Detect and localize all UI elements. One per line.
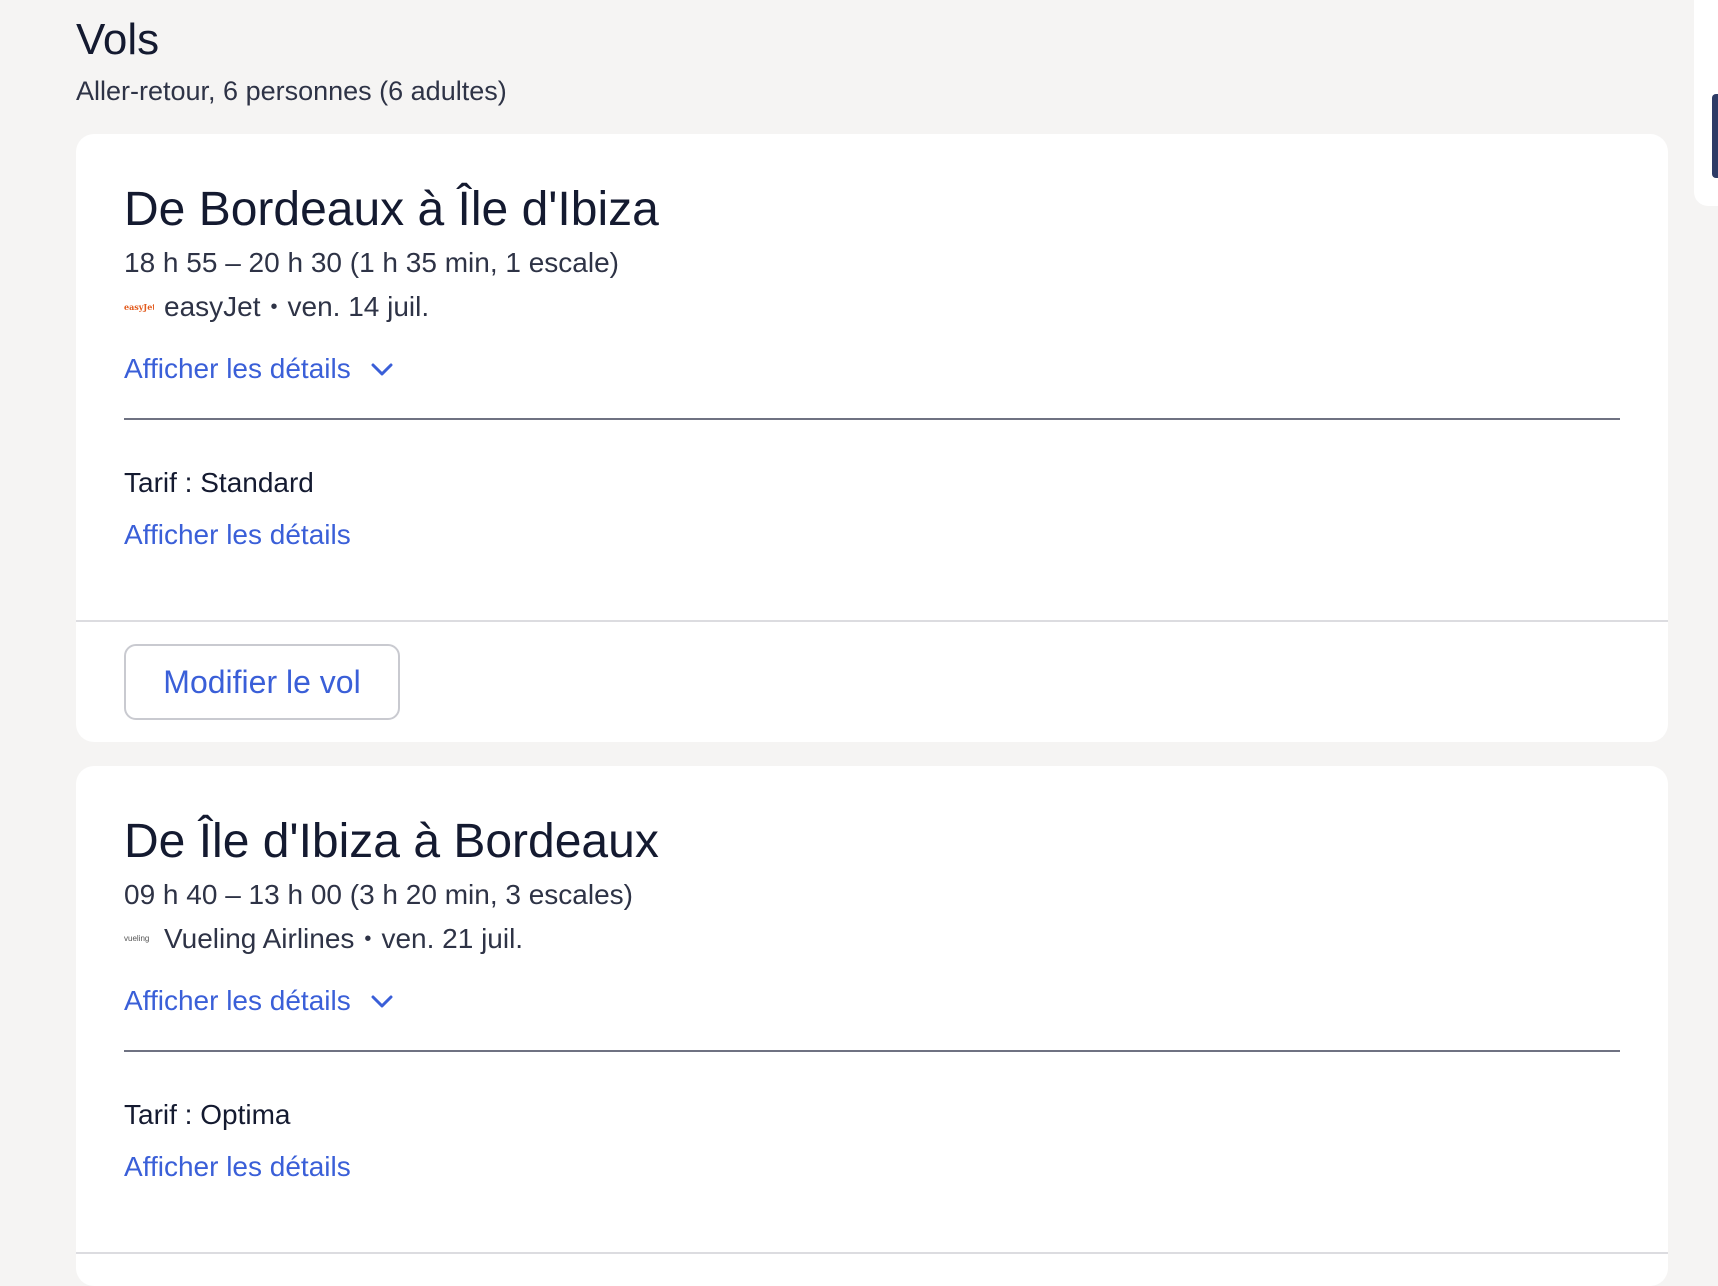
flight-card-return: De Île d'Ibiza à Bordeaux 09 h 40 – 13 h… — [76, 766, 1668, 1286]
show-fare-details-link[interactable]: Afficher les détails — [124, 1150, 351, 1184]
section-divider — [124, 418, 1620, 420]
fare-label: Tarif : Optima — [124, 1099, 291, 1130]
flight-route-title: De Bordeaux à Île d'Ibiza — [124, 183, 659, 236]
card-footer-divider — [76, 620, 1668, 622]
show-flight-details-link[interactable]: Afficher les détails — [124, 352, 395, 386]
airline-row: vueling Vueling Airlines • ven. 21 juil. — [124, 922, 1620, 956]
page-title: Vols — [76, 15, 160, 64]
details-link-label: Afficher les détails — [124, 985, 351, 1016]
vueling-logo-icon: vueling — [124, 934, 150, 943]
flight-route-title: De Île d'Ibiza à Bordeaux — [124, 815, 659, 868]
trip-summary: Aller-retour, 6 personnes (6 adultes) — [76, 76, 507, 106]
page-content: Vols Aller-retour, 6 personnes (6 adulte… — [76, 0, 1668, 1286]
show-flight-details-link[interactable]: Afficher les détails — [124, 984, 395, 1018]
details-link-label: Afficher les détails — [124, 353, 351, 384]
separator-dot: • — [270, 296, 278, 318]
chevron-down-icon — [371, 995, 393, 1008]
card-footer-divider — [76, 1252, 1668, 1254]
fare-label: Tarif : Standard — [124, 467, 314, 498]
chevron-down-icon — [371, 363, 393, 376]
separator-dot: • — [364, 928, 372, 950]
flight-times: 18 h 55 – 20 h 30 (1 h 35 min, 1 escale) — [124, 247, 619, 278]
airline-row: easyJet easyJet • ven. 14 juil. — [124, 290, 1620, 324]
modify-flight-button[interactable]: Modifier le vol — [124, 644, 400, 720]
show-fare-details-link[interactable]: Afficher les détails — [124, 518, 351, 552]
airline-name: Vueling Airlines — [164, 923, 355, 954]
airline-name: easyJet — [164, 291, 261, 322]
side-panel-accent — [1712, 94, 1718, 178]
flight-date: ven. 14 juil. — [287, 291, 430, 322]
flight-times: 09 h 40 – 13 h 00 (3 h 20 min, 3 escales… — [124, 879, 633, 910]
section-divider — [124, 1050, 1620, 1052]
flight-date: ven. 21 juil. — [381, 923, 524, 954]
easyjet-logo-icon: easyJet — [124, 302, 154, 312]
flight-card-outbound: De Bordeaux à Île d'Ibiza 18 h 55 – 20 h… — [76, 134, 1668, 742]
